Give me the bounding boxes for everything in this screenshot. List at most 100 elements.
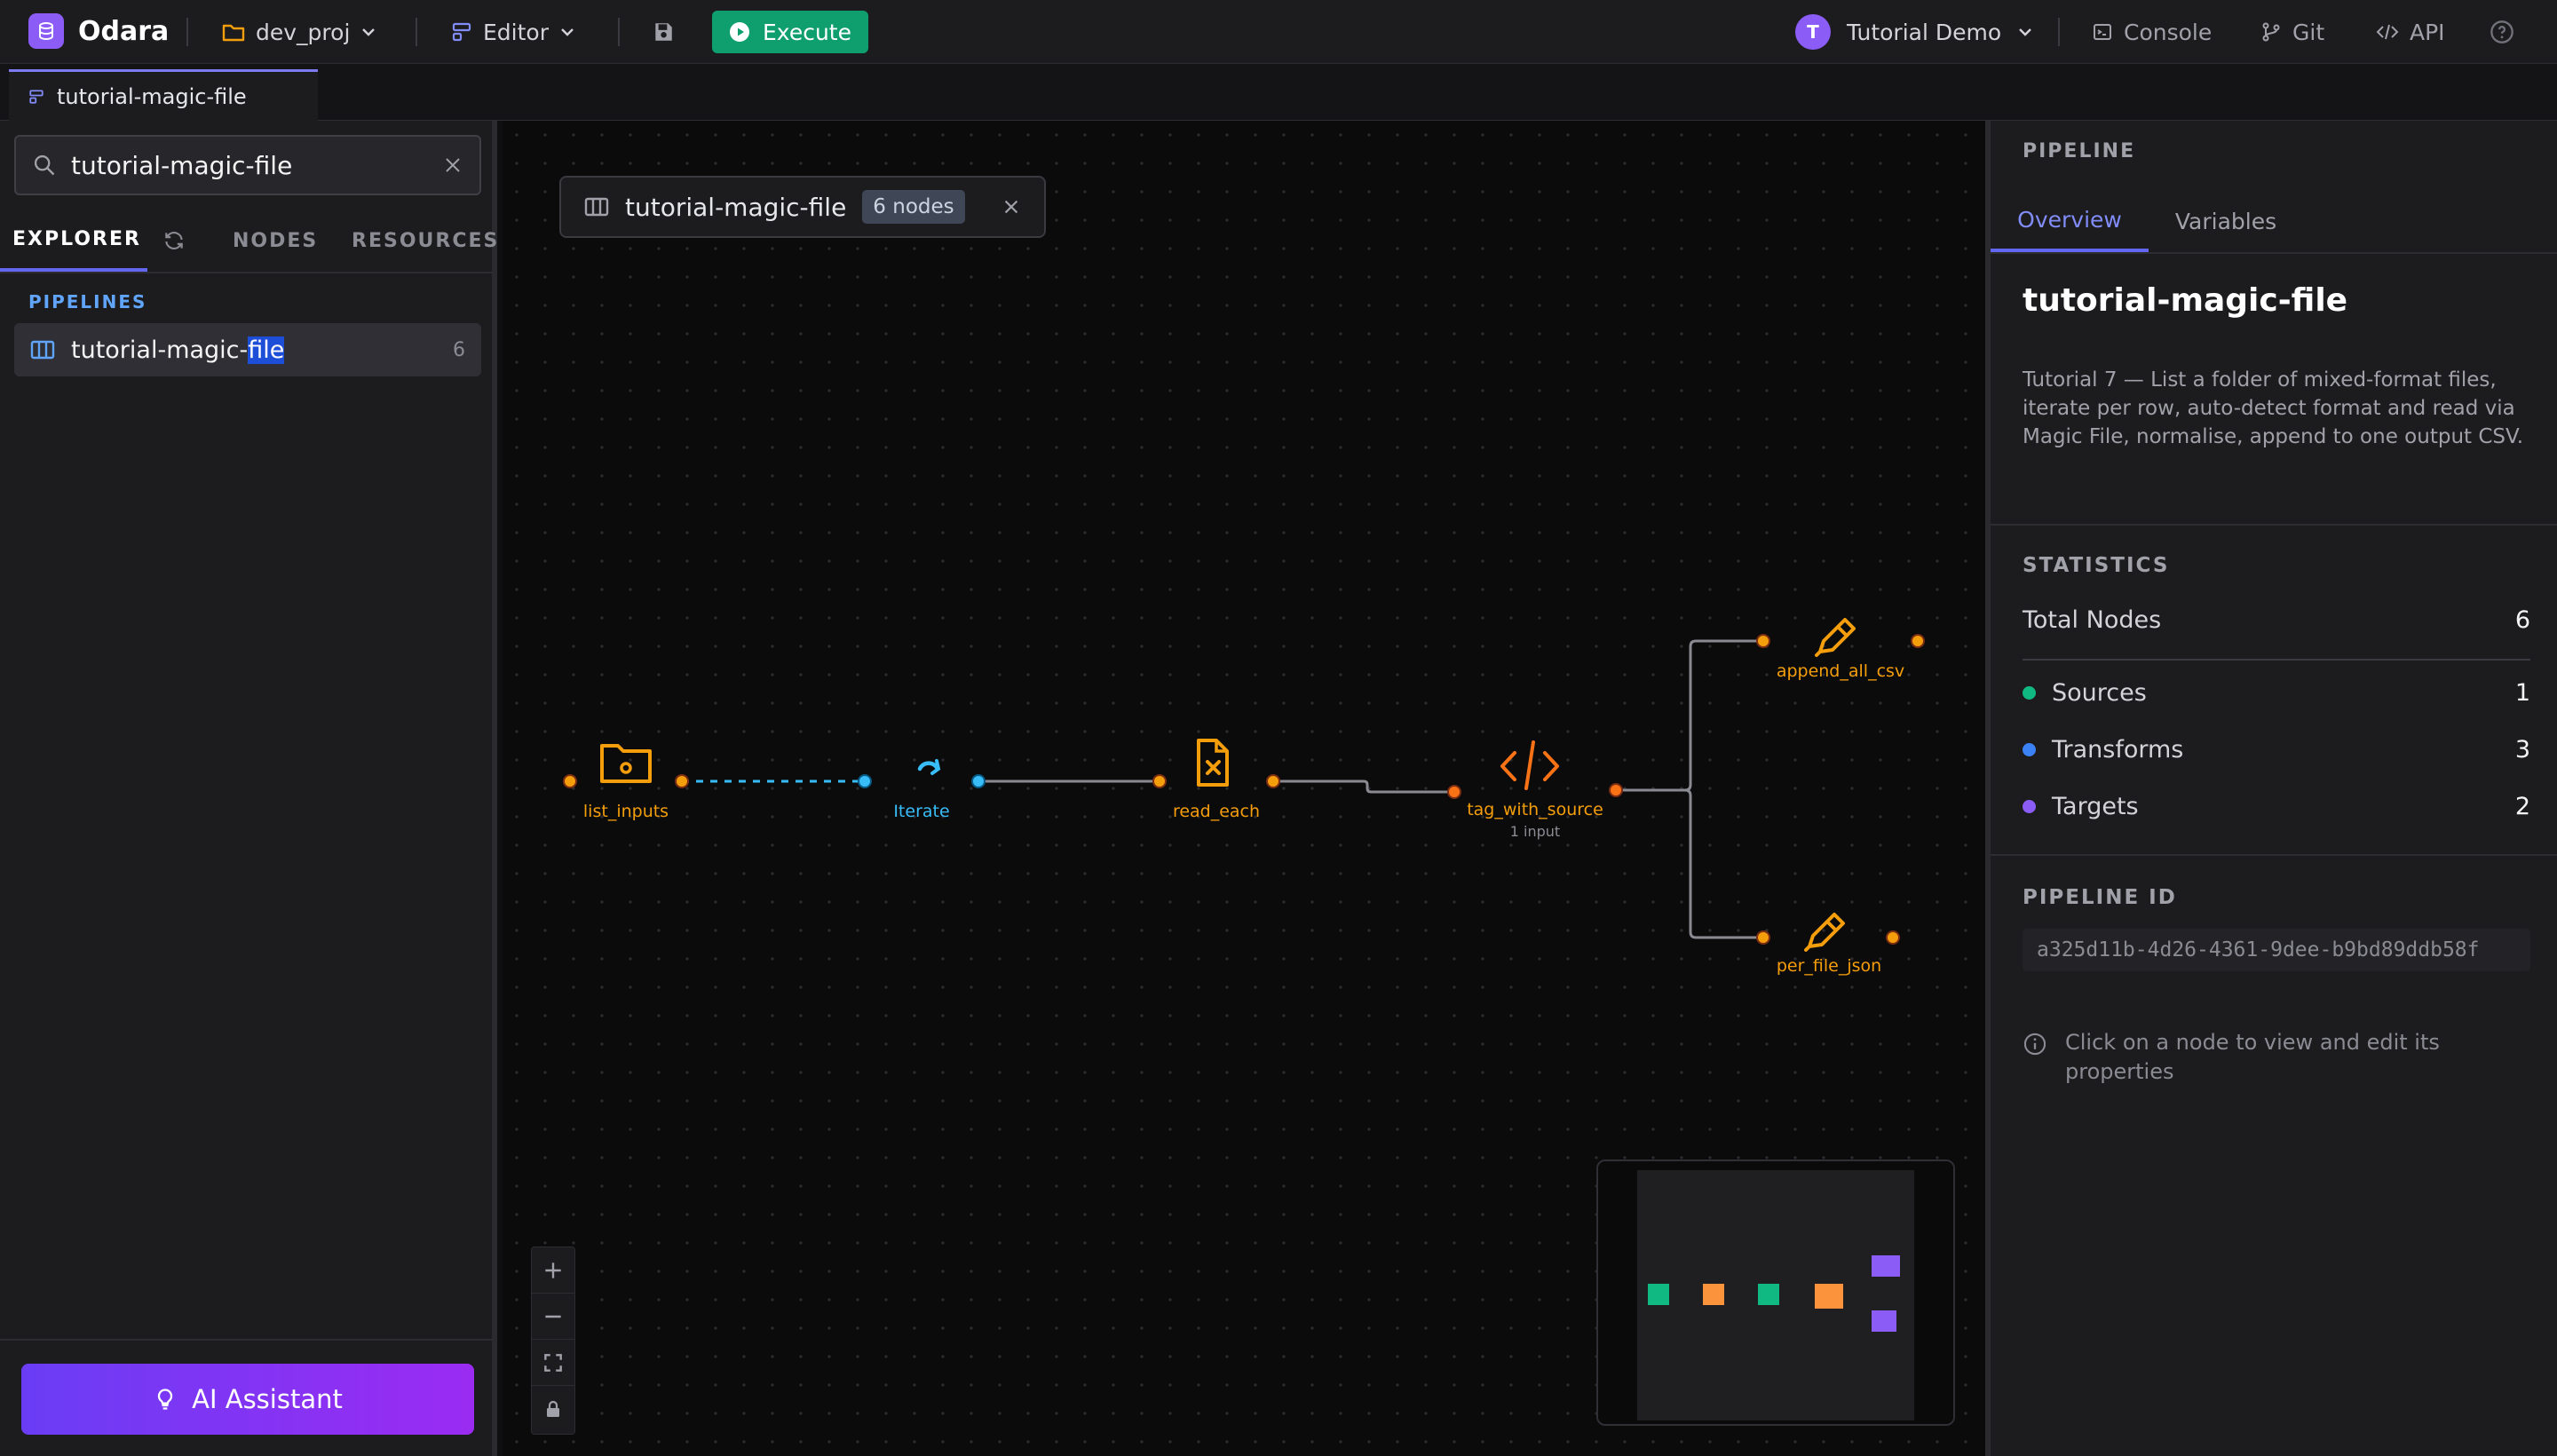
stat-total-nodes: Total Nodes 6 <box>2023 602 2530 637</box>
stat-label: Total Nodes <box>2023 605 2162 634</box>
chevron-down-icon <box>561 28 574 36</box>
fit-view-icon <box>544 1353 562 1372</box>
lock-icon <box>547 1400 559 1417</box>
stat-transforms: Transforms 3 <box>2023 732 2530 767</box>
folder-icon <box>600 744 652 783</box>
minimap-node <box>1703 1284 1724 1305</box>
search-input[interactable]: tutorial-magic-file <box>14 135 481 195</box>
pen-icon <box>1804 913 1845 952</box>
stat-label: Transforms <box>2052 735 2184 764</box>
stat-sources: Sources 1 <box>2023 675 2530 710</box>
folder-icon <box>222 24 245 42</box>
user-menu[interactable]: T Tutorial Demo <box>1795 9 2033 55</box>
node-label: append_all_csv <box>1777 661 1904 681</box>
node-label: Iterate <box>893 802 949 821</box>
mode-selector[interactable]: Editor <box>451 9 575 55</box>
pipeline-description: Tutorial 7 — List a folder of mixed-form… <box>2023 368 2524 448</box>
tab-variables[interactable]: Variables <box>2149 190 2303 252</box>
ai-assistant-label: AI Assistant <box>192 1384 343 1414</box>
tab-nodes[interactable]: NODES <box>233 210 318 272</box>
output-port[interactable] <box>675 774 689 788</box>
odara-logo-icon[interactable] <box>28 13 64 49</box>
edge-read-tag <box>1273 779 1454 794</box>
output-port[interactable] <box>1911 634 1925 648</box>
minimap-node <box>1758 1284 1779 1305</box>
tab-overview[interactable]: Overview <box>1991 190 2149 252</box>
api-label: API <box>2410 19 2445 45</box>
git-label: Git <box>2292 19 2325 45</box>
divider <box>186 18 188 46</box>
lock-button[interactable] <box>532 1386 574 1432</box>
node-append-all-csv[interactable]: append_all_csv <box>1756 618 1925 681</box>
minimap-node <box>1815 1284 1843 1309</box>
minimap-node <box>1872 1310 1896 1332</box>
chevron-down-icon <box>362 28 376 36</box>
stat-value: 1 <box>2514 678 2530 707</box>
input-port[interactable] <box>1152 774 1167 788</box>
play-icon <box>730 22 749 42</box>
search-match-highlight: file <box>248 336 285 364</box>
git-button[interactable]: Git <box>2260 9 2324 55</box>
divider <box>1991 524 2557 526</box>
console-button[interactable]: Console <box>2092 9 2212 55</box>
divider <box>416 18 417 46</box>
zoom-out-button[interactable] <box>532 1294 574 1340</box>
node-iterate[interactable]: Iterate <box>858 759 986 821</box>
minimap-nodes <box>1648 1255 1900 1332</box>
help-button[interactable] <box>2490 9 2514 55</box>
statistics-label: STATISTICS <box>2023 554 2170 577</box>
tab-label: tutorial-magic-file <box>57 83 247 109</box>
node-per-file-json[interactable]: per_file_json <box>1756 913 1900 976</box>
output-port[interactable] <box>1609 783 1623 797</box>
edge-tag-append <box>1616 639 1763 792</box>
input-port[interactable] <box>1756 930 1770 945</box>
clear-icon[interactable] <box>442 154 463 176</box>
minimap-node <box>1872 1255 1900 1277</box>
tab-tutorial-magic-file[interactable]: tutorial-magic-file <box>9 69 318 121</box>
zoom-in-button[interactable] <box>532 1247 574 1294</box>
properties-panel: PIPELINE Overview Variables tutorial-mag… <box>1985 121 2557 1456</box>
project-name: dev_proj <box>256 19 351 45</box>
save-icon <box>655 23 672 41</box>
save-button[interactable] <box>652 9 675 55</box>
input-port[interactable] <box>1756 634 1770 648</box>
sources-dot <box>2023 685 2036 700</box>
output-port[interactable] <box>1266 774 1280 788</box>
execute-button[interactable]: Execute <box>712 11 868 53</box>
tab-resources[interactable]: RESOURCES <box>352 210 499 272</box>
node-read-each[interactable]: read_each <box>1152 739 1280 821</box>
pipeline-list-item[interactable]: tutorial-magic-file 6 <box>14 323 481 376</box>
tab-explorer[interactable]: EXPLORER <box>0 210 147 272</box>
mode-name: Editor <box>483 19 549 45</box>
app-name: Odara <box>78 15 170 47</box>
fit-view-button[interactable] <box>532 1340 574 1386</box>
top-bar: Odara dev_proj Editor Execute T Tutorial… <box>0 0 2557 64</box>
stat-value: 6 <box>2514 605 2530 634</box>
pipeline-id-value[interactable]: a325d11b-4d26-4361-9dee-b9bd89ddb58f <box>2023 929 2530 971</box>
pen-icon <box>1815 618 1856 657</box>
output-port[interactable] <box>971 774 986 788</box>
ai-assistant-button[interactable]: AI Assistant <box>21 1364 474 1435</box>
editor-tab-strip: tutorial-magic-file <box>0 64 2557 121</box>
project-selector[interactable]: dev_proj <box>222 9 376 55</box>
node-tag-with-source[interactable]: tag_with_source 1 input <box>1447 740 1623 840</box>
input-port[interactable] <box>563 774 577 788</box>
user-name: Tutorial Demo <box>1847 19 2002 45</box>
panel-header: PIPELINE <box>2023 140 2136 162</box>
input-port[interactable] <box>1447 785 1461 799</box>
git-branch-icon <box>2262 22 2280 42</box>
api-button[interactable]: API <box>2376 9 2445 55</box>
node-label: read_each <box>1173 802 1260 821</box>
node-list-inputs[interactable]: list_inputs <box>563 744 689 821</box>
execute-label: Execute <box>763 19 851 45</box>
minimap[interactable] <box>1596 1159 1955 1426</box>
hint-text: Click on a node to view and edit its pro… <box>2065 1030 2440 1084</box>
refresh-icon <box>165 232 183 249</box>
refresh-button[interactable] <box>156 210 192 272</box>
pipeline-canvas[interactable]: tutorial-magic-file 6 nodes list_inputs <box>503 121 1985 1456</box>
node-hint: Click on a node to view and edit its pro… <box>2023 1028 2530 1087</box>
loop-icon <box>917 759 941 775</box>
output-port[interactable] <box>1886 930 1900 945</box>
input-port[interactable] <box>858 774 872 788</box>
minimap-node <box>1648 1284 1669 1305</box>
